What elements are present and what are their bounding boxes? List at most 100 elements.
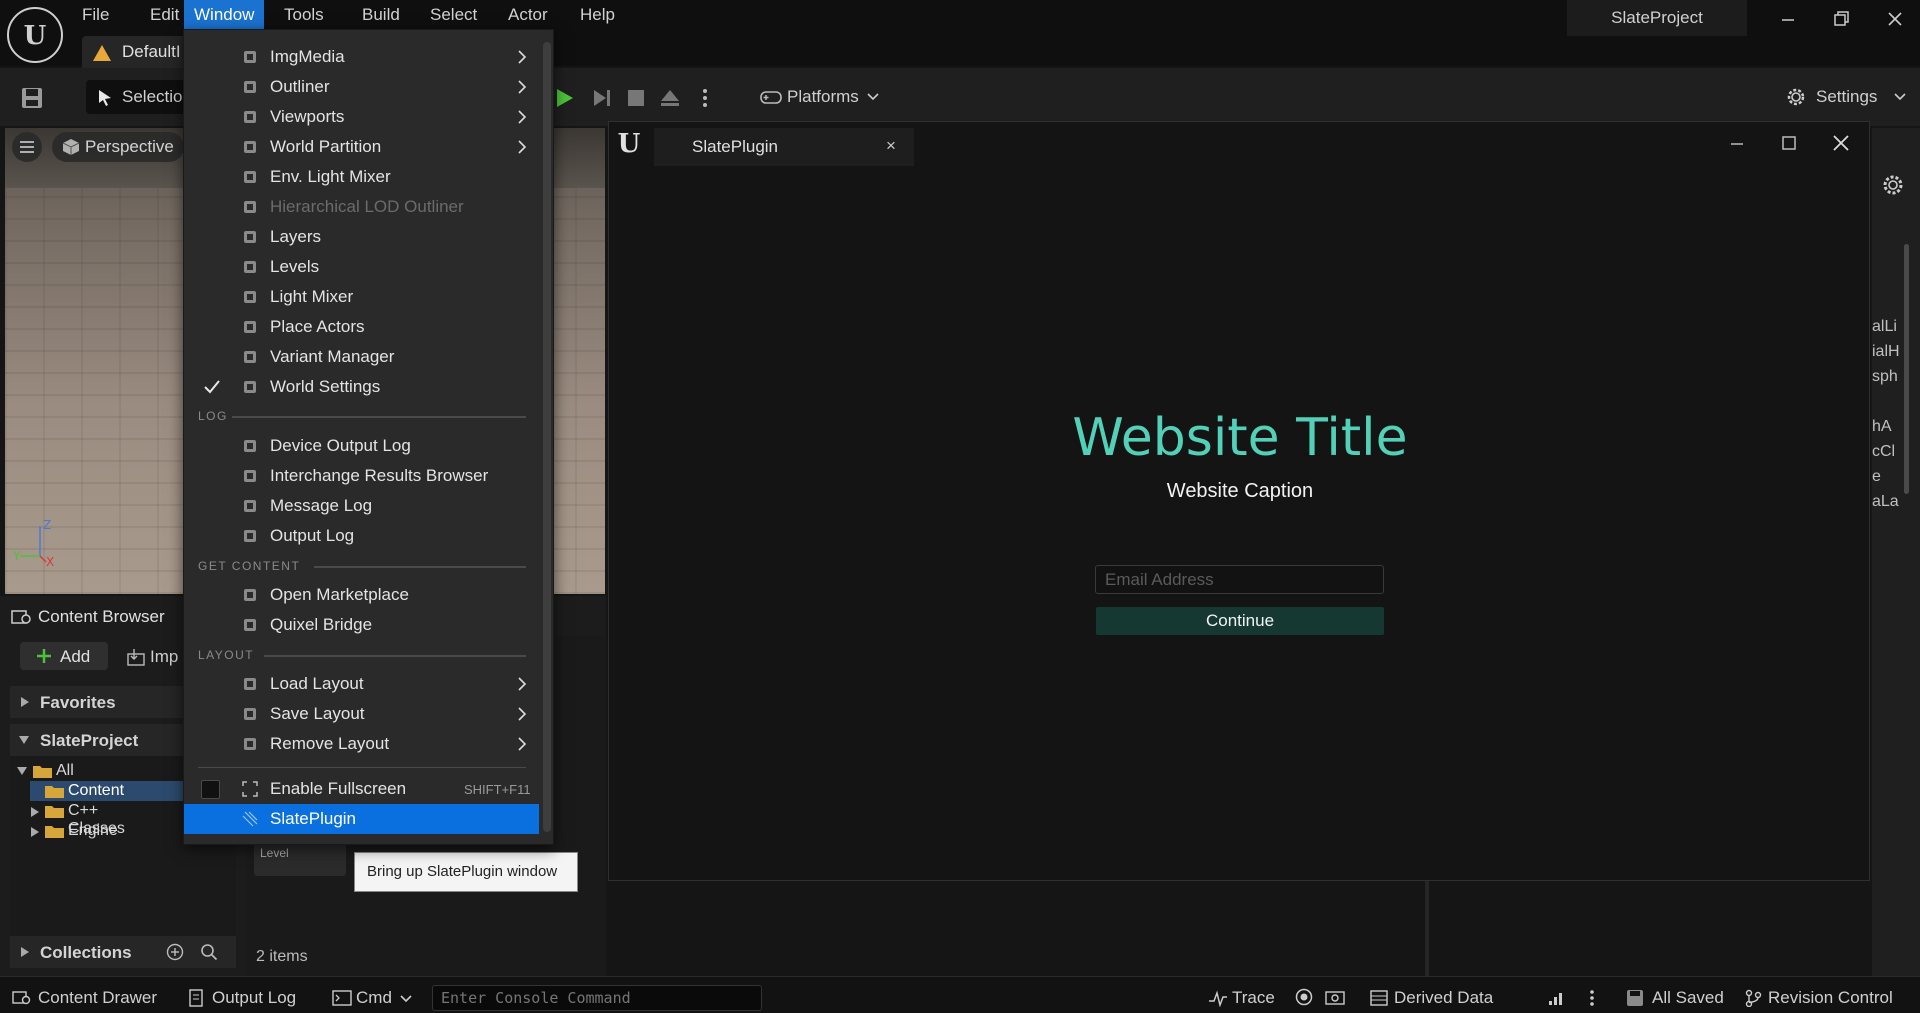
folder-open-icon: [33, 766, 52, 778]
search-icon[interactable]: [200, 943, 218, 961]
gear-icon: [1787, 88, 1805, 106]
menu-window[interactable]: Window: [184, 0, 265, 30]
panel-splitter[interactable]: [1425, 880, 1429, 976]
chevron-right-icon: [518, 80, 527, 94]
network-icon[interactable]: [1548, 990, 1566, 1006]
selection-mode-button[interactable]: Selectio: [86, 80, 186, 114]
minimize-icon[interactable]: [1777, 8, 1799, 30]
menu-item-label: Save Layout: [270, 704, 365, 723]
unreal-logo[interactable]: U: [6, 6, 64, 64]
derived-data-label: Derived Data: [1394, 988, 1494, 1007]
menu-item-enable-fullscreen[interactable]: Enable Fullscreen SHIFT+F11: [184, 774, 539, 804]
menu-item-layers[interactable]: Layers: [184, 222, 539, 252]
outliner-scrollbar[interactable]: [1904, 244, 1909, 494]
menu-item-interchange-results-browser[interactable]: Interchange Results Browser: [184, 461, 539, 491]
menu-item-save-layout[interactable]: Save Layout: [184, 699, 539, 729]
menu-item-output-log[interactable]: Output Log: [184, 521, 539, 551]
perspective-button[interactable]: Perspective: [52, 132, 184, 162]
menu-select[interactable]: Select: [420, 0, 487, 30]
menu-item-variant-manager[interactable]: Variant Manager: [184, 342, 539, 372]
restore-icon[interactable]: [1830, 8, 1852, 30]
console-command-input[interactable]: [432, 985, 762, 1011]
all-saved-label: All Saved: [1652, 988, 1724, 1007]
close-tab-icon[interactable]: ×: [886, 136, 896, 156]
collections-header[interactable]: Collections: [10, 936, 236, 968]
menu-item-world-partition[interactable]: World Partition: [184, 132, 539, 162]
save-icon[interactable]: [20, 86, 44, 110]
add-collection-icon[interactable]: [166, 943, 184, 961]
platforms-button[interactable]: Platforms: [757, 80, 887, 114]
menu-item-levels[interactable]: Levels: [184, 252, 539, 282]
menu-help[interactable]: Help: [570, 0, 625, 30]
menu-item-label: Env. Light Mixer: [270, 167, 391, 186]
menu-item-light-mixer[interactable]: Light Mixer: [184, 282, 539, 312]
unreal-logo: U: [614, 128, 644, 158]
menu-actor[interactable]: Actor: [498, 0, 558, 30]
menu-item-remove-layout[interactable]: Remove Layout: [184, 729, 539, 759]
slateplugin-tab[interactable]: SlatePlugin ×: [654, 128, 914, 166]
tree-item-label: Content: [68, 782, 125, 799]
chevron-right-icon: [31, 827, 39, 837]
viewport-menu-button[interactable]: [12, 132, 42, 162]
menu-item-world-settings[interactable]: World Settings: [184, 372, 539, 402]
menu-edit[interactable]: Edit: [140, 0, 189, 30]
record-icon[interactable]: [1295, 988, 1313, 1006]
menu-build[interactable]: Build: [352, 0, 410, 30]
more-options-icon[interactable]: [1588, 988, 1596, 1008]
close-icon[interactable]: [1830, 132, 1852, 154]
menu-file[interactable]: File: [72, 0, 119, 30]
level-tab[interactable]: DefaultI: [82, 36, 192, 68]
log-icon: [244, 440, 256, 452]
menu-item-label: Message Log: [270, 496, 373, 515]
play-icon[interactable]: [552, 86, 576, 110]
stop-icon[interactable]: [624, 86, 648, 110]
plugin-icon: [242, 811, 258, 827]
add-button[interactable]: Add: [20, 642, 108, 670]
eject-icon[interactable]: [658, 86, 682, 110]
import-button[interactable]: Imp: [124, 642, 184, 670]
fullscreen-checkbox[interactable]: [201, 780, 220, 799]
gear-icon[interactable]: [1880, 172, 1906, 198]
menu-item-imgmedia[interactable]: ImgMedia: [184, 42, 539, 72]
favorites-label: Favorites: [40, 693, 116, 712]
maximize-icon[interactable]: [1778, 132, 1800, 154]
menu-item-outliner[interactable]: Outliner: [184, 72, 539, 102]
menu-item-label: Load Layout: [270, 674, 364, 693]
more-options-icon[interactable]: [698, 86, 712, 110]
continue-button[interactable]: Continue: [1096, 607, 1384, 635]
menu-item-label: Variant Manager: [270, 347, 395, 366]
menu-tools[interactable]: Tools: [274, 0, 334, 30]
minimize-icon[interactable]: [1726, 132, 1748, 154]
project-name-label: SlateProject: [1567, 0, 1747, 36]
menu-item-slateplugin[interactable]: SlatePlugin: [184, 804, 539, 834]
outliner-item-fragment: aLa: [1872, 493, 1899, 510]
menu-item-message-log[interactable]: Message Log: [184, 491, 539, 521]
items-count: 2 items: [256, 948, 308, 965]
advance-frame-icon[interactable]: [590, 86, 614, 110]
menu-item-load-layout[interactable]: Load Layout: [184, 669, 539, 699]
menu-item-viewports[interactable]: Viewports: [184, 102, 539, 132]
menu-item-label: Light Mixer: [270, 287, 354, 306]
email-field[interactable]: [1095, 565, 1384, 594]
menu-item-hierarchical-lod-outliner: Hierarchical LOD Outliner: [184, 192, 539, 222]
selection-mode-label: Selectio: [122, 87, 183, 106]
content-browser-tab[interactable]: Content Browser: [5, 600, 185, 632]
chevron-right-icon: [21, 697, 29, 707]
cmd-label: Cmd: [356, 988, 392, 1007]
menu-item-device-output-log[interactable]: Device Output Log: [184, 431, 539, 461]
menu-item-open-marketplace[interactable]: Open Marketplace: [184, 580, 539, 610]
menu-item-place-actors[interactable]: Place Actors: [184, 312, 539, 342]
settings-button[interactable]: Settings: [1782, 80, 1912, 114]
screenshot-icon[interactable]: [1325, 988, 1345, 1006]
chevron-down-icon: [17, 767, 27, 775]
close-icon[interactable]: [1884, 8, 1906, 30]
menu-section-log: LOG: [198, 409, 228, 423]
section-divider: [264, 655, 526, 657]
menu-item-quixel-bridge[interactable]: Quixel Bridge: [184, 610, 539, 640]
dropdown-scrollbar[interactable]: [543, 42, 551, 832]
layers-icon: [244, 231, 256, 243]
menu-item-label: Output Log: [270, 526, 355, 545]
world-partition-icon: [244, 141, 256, 153]
menu-item-env-light-mixer[interactable]: Env. Light Mixer: [184, 162, 539, 192]
tooltip: Bring up SlatePlugin window: [354, 852, 578, 892]
